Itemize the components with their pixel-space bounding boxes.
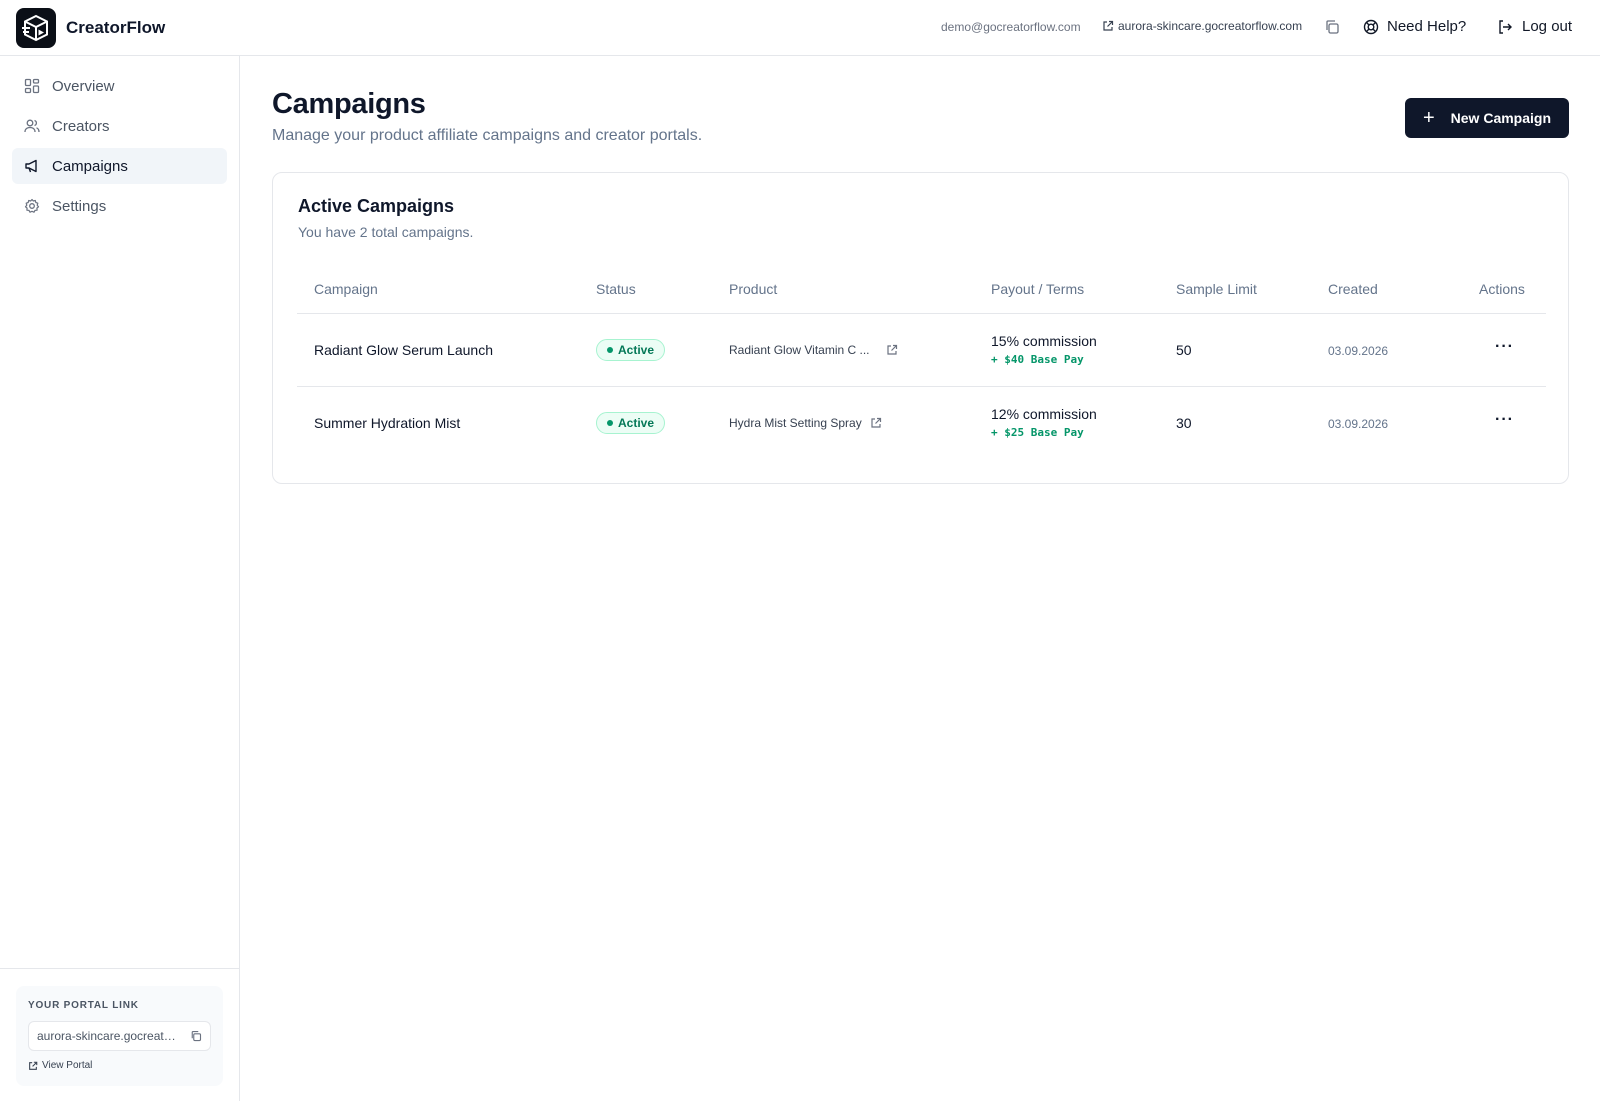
status-dot-icon (607, 420, 613, 426)
product-name: Radiant Glow Vitamin C ... (729, 343, 870, 357)
users-icon (24, 119, 40, 133)
card-subtitle: You have 2 total campaigns. (298, 224, 474, 240)
row-divider (297, 386, 1546, 387)
copy-icon[interactable] (1324, 19, 1340, 40)
column-header-sample-limit: Sample Limit (1176, 281, 1257, 297)
column-header-product: Product (729, 281, 778, 297)
base-pay: + $40 Base Pay (991, 353, 1084, 366)
logo-icon (16, 8, 56, 48)
need-help-label: Need Help? (1387, 18, 1467, 35)
sidebar-item-label: Campaigns (52, 157, 128, 175)
column-header-actions: Actions (1479, 281, 1525, 297)
new-campaign-label: New Campaign (1450, 110, 1552, 126)
sidebar-footer: YOUR PORTAL LINK aurora-skincare.gocreat… (0, 968, 239, 1101)
base-pay: + $25 Base Pay (991, 426, 1084, 439)
column-header-status: Status (596, 281, 636, 297)
brand[interactable]: CreatorFlow (16, 8, 165, 48)
plus-icon: + (1422, 107, 1435, 129)
external-link-icon (871, 417, 881, 428)
status-badge: Active (596, 412, 666, 434)
created-date: 03.09.2026 (1328, 417, 1389, 431)
view-portal-label: View Portal (42, 1060, 93, 1071)
grid-icon (24, 78, 40, 94)
view-portal-link[interactable]: View Portal (28, 1060, 92, 1071)
external-link-icon (886, 344, 897, 355)
portal-link-card: YOUR PORTAL LINK aurora-skincare.gocreat… (16, 986, 223, 1086)
status-dot-icon (607, 347, 613, 353)
user-email: demo@gocreatorflow.com (941, 20, 1081, 34)
page-subtitle: Manage your product affiliate campaigns … (272, 127, 703, 144)
product-link[interactable]: Hydra Mist Setting Spray (729, 416, 882, 430)
page-title: Campaigns (272, 88, 426, 120)
portal-link-field[interactable]: aurora-skincare.gocreatorflow.com (28, 1021, 211, 1051)
status-badge: Active (596, 339, 666, 361)
sidebar-item-campaigns[interactable]: Campaigns (12, 148, 227, 184)
portal-domain-link[interactable]: aurora-skincare.gocreatorflow.com (1102, 19, 1302, 33)
logout-button[interactable]: Log out (1497, 18, 1572, 35)
status-text: Active (618, 416, 655, 430)
card-title: Active Campaigns (298, 196, 455, 216)
product-name: Hydra Mist Setting Spray (729, 416, 862, 430)
campaigns-card: Active Campaigns You have 2 total campai… (272, 172, 1569, 484)
column-header-campaign: Campaign (314, 281, 378, 297)
need-help-button[interactable]: Need Help? (1363, 18, 1466, 35)
portal-link-value: aurora-skincare.gocreatorflow.com (37, 1029, 182, 1043)
portal-domain-text: aurora-skincare.gocreatorflow.com (1118, 19, 1303, 33)
sidebar-item-creators[interactable]: Creators (12, 108, 227, 144)
column-header-payout: Payout / Terms (991, 281, 1085, 297)
sidebar: Overview Creators Campaigns Settings YOU… (0, 56, 240, 1101)
new-campaign-button[interactable]: + New Campaign (1405, 98, 1569, 138)
sidebar-item-settings[interactable]: Settings (12, 188, 227, 224)
external-link-icon (1103, 20, 1114, 31)
gear-icon (24, 198, 40, 213)
lifebuoy-icon (1363, 19, 1379, 34)
sample-limit: 30 (1176, 415, 1192, 431)
created-date: 03.09.2026 (1328, 344, 1389, 358)
sidebar-item-label: Overview (52, 77, 115, 95)
app-name: CreatorFlow (66, 18, 166, 37)
column-header-created: Created (1328, 281, 1378, 297)
external-link-icon (29, 1061, 38, 1070)
sample-limit: 50 (1176, 342, 1192, 358)
sidebar-item-label: Settings (52, 197, 107, 215)
megaphone-icon (25, 159, 37, 173)
campaign-name[interactable]: Radiant Glow Serum Launch (314, 342, 493, 358)
campaign-name[interactable]: Summer Hydration Mist (314, 415, 460, 431)
commission-rate: 12% commission (991, 406, 1097, 422)
row-actions-menu-icon[interactable]: ··· (1495, 411, 1514, 429)
logout-label: Log out (1522, 18, 1573, 35)
copy-icon[interactable] (190, 1030, 202, 1045)
sidebar-item-label: Creators (52, 117, 110, 135)
top-header: CreatorFlow demo@gocreatorflow.com auror… (0, 0, 1600, 56)
portal-link-label: YOUR PORTAL LINK (28, 1000, 139, 1011)
row-actions-menu-icon[interactable]: ··· (1495, 338, 1514, 356)
logout-icon (1499, 19, 1512, 34)
status-text: Active (618, 343, 655, 357)
commission-rate: 15% commission (991, 333, 1097, 349)
table-header-divider (297, 313, 1546, 314)
sidebar-item-overview[interactable]: Overview (12, 68, 227, 104)
product-link[interactable]: Radiant Glow Vitamin C ... (729, 343, 898, 357)
